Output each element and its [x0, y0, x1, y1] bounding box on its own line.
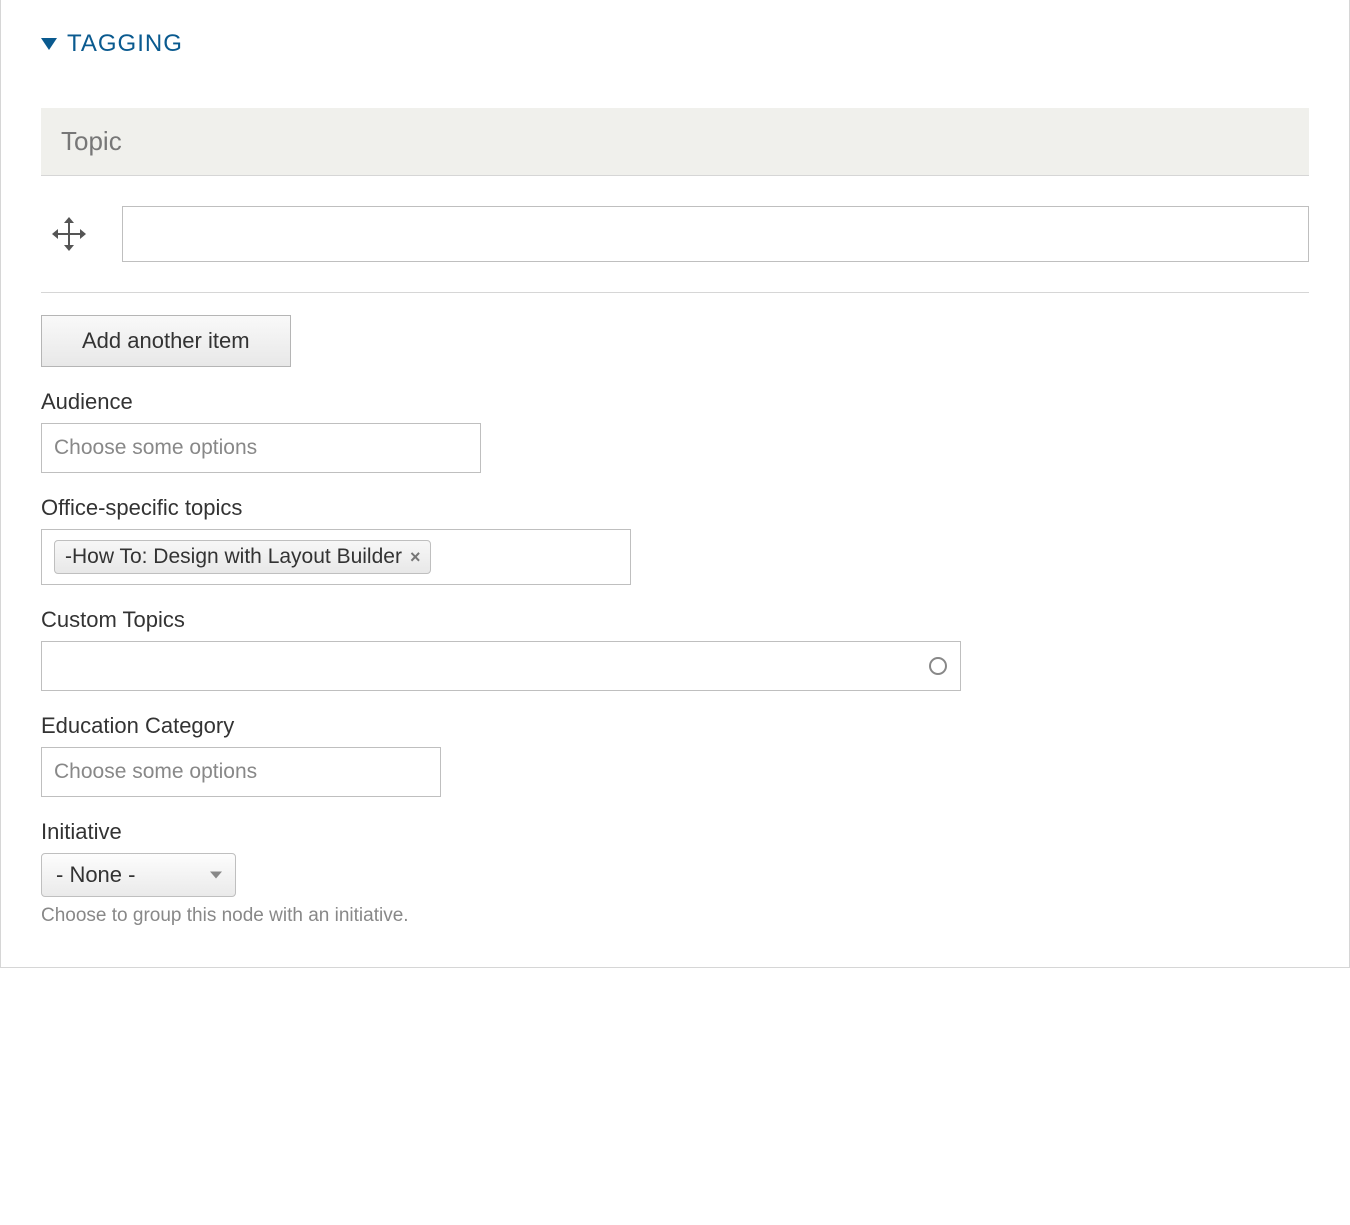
- education-category-label: Education Category: [41, 713, 1309, 739]
- drag-handle-icon[interactable]: [56, 221, 82, 247]
- tagging-panel: TAGGING Topic Add another item Audience …: [0, 0, 1350, 968]
- office-topics-field: Office-specific topics -How To: Design w…: [41, 495, 1309, 585]
- custom-topics-input[interactable]: [41, 641, 961, 691]
- initiative-help-text: Choose to group this node with an initia…: [41, 905, 1309, 927]
- initiative-field: Initiative - None - Choose to group this…: [41, 819, 1309, 927]
- topic-row: [41, 176, 1309, 293]
- audience-placeholder: Choose some options: [54, 436, 257, 460]
- custom-topics-wrap: [41, 641, 961, 691]
- initiative-label: Initiative: [41, 819, 1309, 845]
- office-topic-chip: -How To: Design with Layout Builder ×: [54, 540, 431, 574]
- tagging-section-header[interactable]: TAGGING: [41, 30, 1309, 58]
- collapse-icon: [41, 38, 57, 50]
- office-topics-multiselect[interactable]: -How To: Design with Layout Builder ×: [41, 529, 631, 585]
- topic-subheader: Topic: [41, 108, 1309, 176]
- topic-input[interactable]: [122, 206, 1309, 262]
- add-another-item-button[interactable]: Add another item: [41, 315, 291, 367]
- custom-topics-label: Custom Topics: [41, 607, 1309, 633]
- audience-field: Audience Choose some options: [41, 389, 1309, 473]
- chip-label: -How To: Design with Layout Builder: [65, 545, 402, 569]
- audience-label: Audience: [41, 389, 1309, 415]
- section-title: TAGGING: [67, 30, 183, 58]
- audience-multiselect[interactable]: Choose some options: [41, 423, 481, 473]
- initiative-select-wrap: - None -: [41, 853, 236, 897]
- autocomplete-throbber-icon: [929, 657, 947, 675]
- chevron-down-icon: [210, 872, 222, 879]
- initiative-select[interactable]: - None -: [41, 853, 236, 897]
- education-category-field: Education Category Choose some options: [41, 713, 1309, 797]
- education-category-multiselect[interactable]: Choose some options: [41, 747, 441, 797]
- chip-remove-icon[interactable]: ×: [410, 547, 421, 568]
- custom-topics-field: Custom Topics: [41, 607, 1309, 691]
- office-topics-label: Office-specific topics: [41, 495, 1309, 521]
- education-category-placeholder: Choose some options: [54, 760, 257, 784]
